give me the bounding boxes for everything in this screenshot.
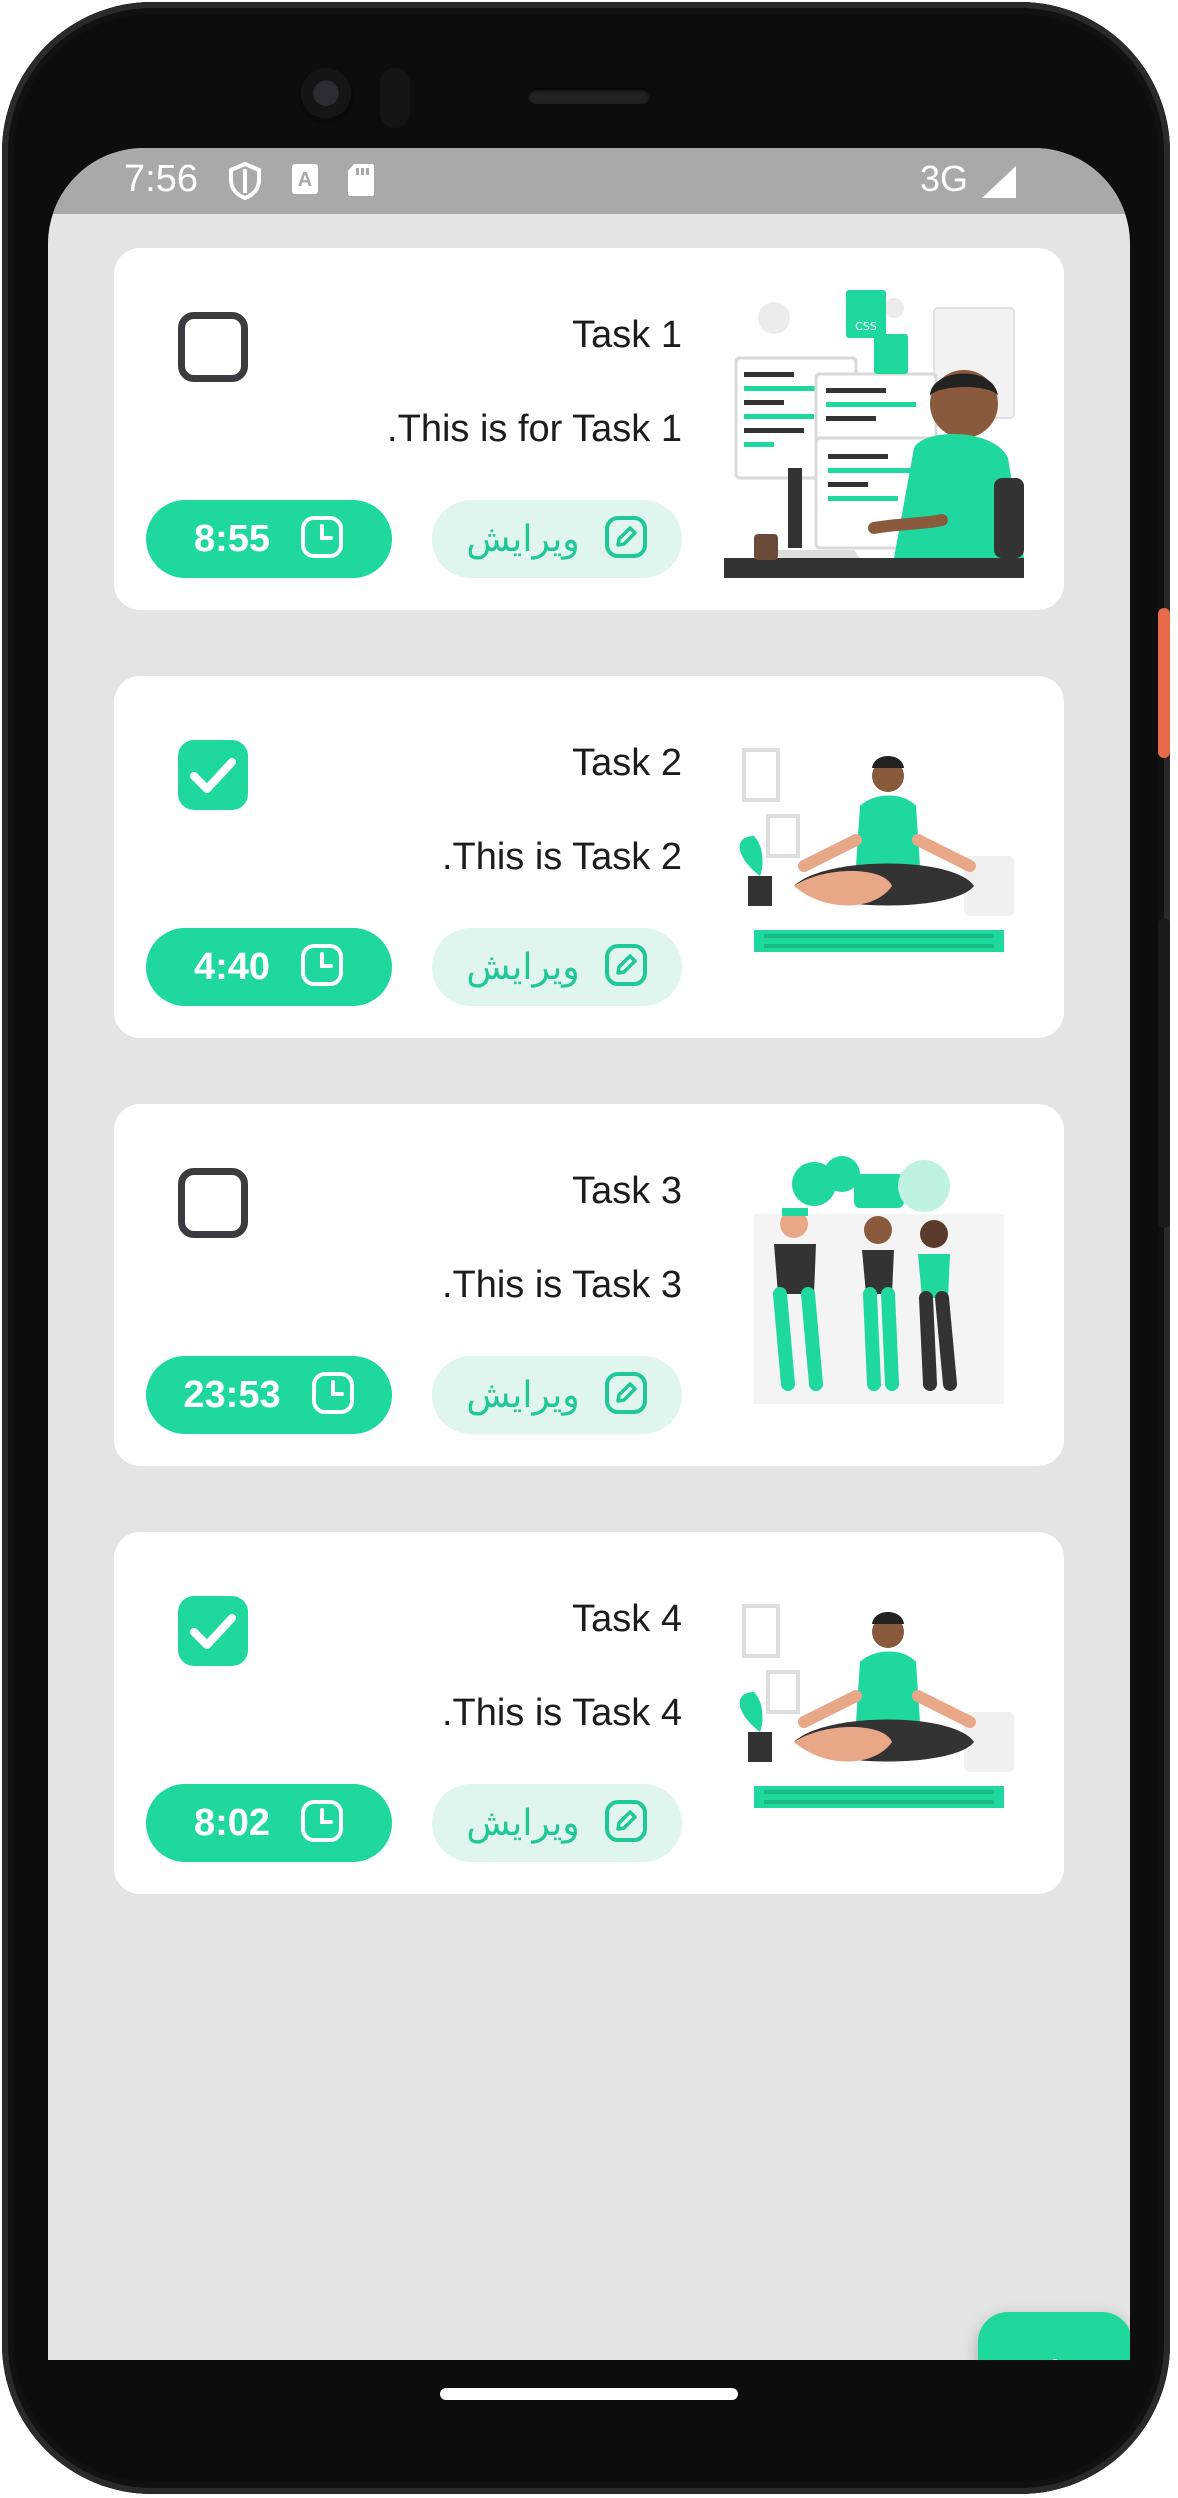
edit-button[interactable]: ویرایش: [432, 500, 682, 578]
time-button[interactable]: 8:55: [146, 500, 392, 578]
edit-icon: [604, 1799, 648, 1848]
time-button[interactable]: 23:53: [146, 1356, 392, 1434]
front-camera: [298, 68, 354, 124]
task-title: Task 2: [572, 742, 682, 784]
edit-icon: [604, 515, 648, 564]
task-checkbox[interactable]: [178, 312, 248, 382]
task-title: Task 3: [572, 1170, 682, 1212]
task-description: .This is Task 4: [441, 1692, 682, 1734]
clock-icon: [300, 515, 344, 564]
volume-button: [1158, 918, 1170, 1228]
task-card[interactable]: Task 3 .This is Task 3 ویرایش 23:53: [114, 1104, 1064, 1466]
clock-icon: [300, 1799, 344, 1848]
status-time: 7:56: [124, 158, 198, 200]
power-button: [1158, 608, 1170, 758]
task-time: 23:53: [183, 1373, 281, 1416]
developer-illustration: CSS: [724, 288, 1024, 578]
chatting-people-illustration: [724, 1144, 1024, 1434]
task-checkbox[interactable]: [178, 740, 248, 810]
edit-label: ویرایش: [466, 518, 580, 560]
proximity-sensor: [380, 68, 410, 128]
accessibility-text-icon: A: [290, 162, 320, 201]
edit-label: ویرایش: [466, 946, 580, 988]
edit-label: ویرایش: [466, 1374, 580, 1416]
svg-text:A: A: [298, 169, 312, 191]
clock-icon: [311, 1371, 355, 1420]
edit-icon: [604, 943, 648, 992]
task-card[interactable]: Task 2 .This is Task 2 ویرایش 4:40: [114, 676, 1064, 1038]
meditation-illustration: [724, 716, 1024, 1006]
edit-label: ویرایش: [466, 1802, 580, 1844]
task-card[interactable]: Task 4 .This is Task 4 ویرایش 8:02: [114, 1532, 1064, 1894]
task-description: .This is for Task 1: [387, 408, 682, 450]
svg-text:CSS: CSS: [855, 320, 877, 333]
sd-card-icon: [346, 162, 376, 203]
task-checkbox[interactable]: [178, 1596, 248, 1666]
shield-icon: [228, 161, 262, 205]
check-icon: [190, 1614, 236, 1649]
edit-icon: [604, 1371, 648, 1420]
time-button[interactable]: 8:02: [146, 1784, 392, 1862]
earpiece: [528, 88, 650, 104]
edit-button[interactable]: ویرایش: [432, 1784, 682, 1862]
plus-icon: [1025, 2357, 1085, 2360]
task-title: Task 1: [572, 314, 682, 356]
app-screen: 7:56 A 3G Task 1 .This is for Task 1 ویر…: [48, 148, 1130, 2360]
network-type: 3G: [919, 158, 968, 199]
task-time: 8:02: [193, 1801, 271, 1844]
task-description: .This is Task 3: [441, 1264, 682, 1306]
edit-button[interactable]: ویرایش: [432, 1356, 682, 1434]
task-time: 4:40: [193, 945, 271, 988]
phone-frame: 7:56 A 3G Task 1 .This is for Task 1 ویر…: [2, 2, 1170, 2494]
task-title: Task 4: [572, 1598, 682, 1640]
task-checkbox[interactable]: [178, 1168, 248, 1238]
status-bar: 7:56 A 3G: [48, 148, 1130, 214]
add-task-button[interactable]: [978, 2312, 1130, 2360]
edit-button[interactable]: ویرایش: [432, 928, 682, 1006]
task-card[interactable]: Task 1 .This is for Task 1 ویرایش 8:55 C…: [114, 248, 1064, 610]
signal-icon: [978, 164, 1018, 205]
clock-icon: [300, 943, 344, 992]
home-indicator[interactable]: [440, 2388, 738, 2400]
task-description: .This is Task 2: [441, 836, 682, 878]
check-icon: [190, 758, 236, 793]
meditation-illustration: [724, 1572, 1024, 1862]
task-time: 8:55: [193, 517, 271, 560]
time-button[interactable]: 4:40: [146, 928, 392, 1006]
